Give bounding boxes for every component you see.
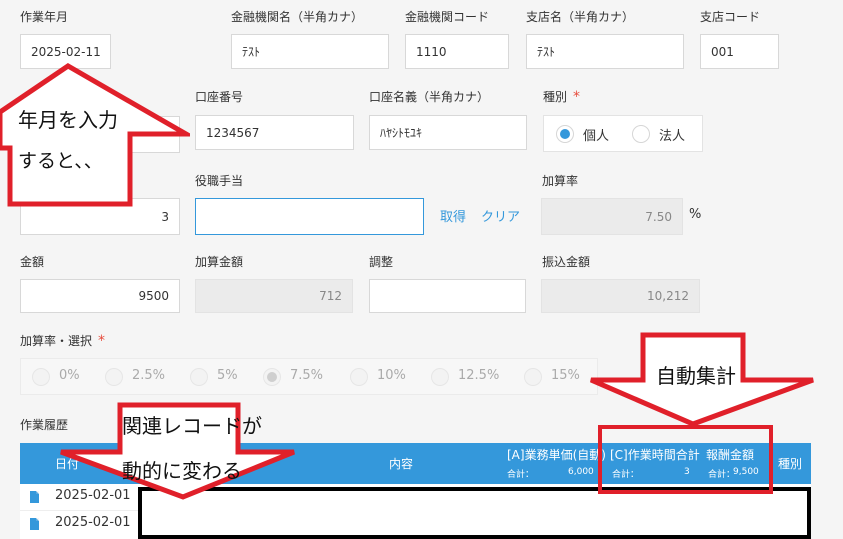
branch-name-input[interactable]: ﾃｽﾄ	[526, 34, 684, 69]
row-date: 2025-02-01	[55, 515, 131, 530]
record-detail-icon[interactable]	[30, 491, 39, 503]
adjust-label: 調整	[369, 255, 394, 269]
type-radio-corporate[interactable]	[632, 125, 650, 143]
account-number-label: 口座番号	[195, 90, 244, 104]
type-radio-individual-label: 個人	[583, 129, 610, 144]
required-mark: *	[98, 333, 106, 349]
rate-radio-5-label: 5%	[217, 368, 238, 383]
type-label-text: 種別	[543, 90, 568, 104]
col-unit-price-total: 6,000	[568, 467, 594, 477]
rate-unit: %	[689, 207, 702, 222]
rate-radio-7-5-label: 7.5%	[290, 368, 324, 383]
record-detail-icon[interactable]	[30, 518, 39, 530]
bank-code-input[interactable]: 1110	[405, 34, 509, 69]
highlight-box	[598, 425, 773, 494]
callout-text: 動的に変わる	[122, 459, 242, 483]
bank-name-input[interactable]: ﾃｽﾄ	[231, 34, 389, 69]
type-radio-corporate-label: 法人	[659, 129, 686, 144]
account-number-input[interactable]: 1234567	[195, 115, 354, 150]
rate-label: 加算率	[542, 174, 579, 188]
col-unit-price[interactable]: [A]業務単価(自動)	[507, 446, 606, 463]
branch-code-input[interactable]: 001	[700, 34, 779, 69]
rate-radio-10-label: 10%	[377, 368, 406, 383]
rate-radio-0[interactable]	[32, 368, 50, 386]
add-amount-readonly-field: 712	[195, 279, 353, 313]
type-radio-group: 個人 法人	[543, 115, 703, 152]
get-link[interactable]: 取得	[440, 206, 466, 225]
allowance-label: 役職手当	[195, 174, 244, 188]
adjust-input[interactable]	[369, 279, 526, 313]
transfer-amount-readonly-field: 10,212	[541, 279, 700, 313]
rate-radio-2-5[interactable]	[105, 368, 123, 386]
rate-radio-12-5-label: 12.5%	[458, 368, 500, 383]
rate-radio-15-label: 15%	[551, 368, 580, 383]
rate-radio-10[interactable]	[350, 368, 368, 386]
rate-radio-12-5[interactable]	[431, 368, 449, 386]
col-content[interactable]: 内容	[389, 455, 413, 472]
allowance-input[interactable]	[195, 198, 424, 235]
callout-text: 年月を入力	[18, 108, 118, 132]
account-name-input[interactable]: ﾊﾔｼﾄﾓﾕｷ	[369, 115, 527, 150]
bank-name-label: 金融機関名（半角カナ）	[231, 10, 364, 24]
callout-text: 関連レコードが	[122, 414, 262, 438]
branch-name-label: 支店名（半角カナ）	[526, 10, 635, 24]
rate-radio-0-label: 0%	[59, 368, 80, 383]
callout-arrow-up	[0, 63, 190, 207]
callout-text: すると、、	[18, 150, 103, 172]
rate-radio-group: 0% 2.5% 5% 7.5% 10% 12.5% 15%	[20, 358, 598, 395]
col-type[interactable]: 種別	[778, 455, 802, 472]
work-month-label: 作業年月	[20, 10, 69, 24]
account-name-label: 口座名義（半角カナ）	[369, 90, 490, 104]
branch-code-label: 支店コード	[700, 10, 761, 24]
transfer-amount-label: 振込金額	[542, 255, 591, 269]
amount-input[interactable]: 9500	[20, 279, 180, 313]
required-mark: *	[573, 89, 581, 105]
rate-select-label: 加算率・選択 *	[20, 332, 105, 349]
type-label: 種別 *	[543, 88, 580, 105]
bank-code-label: 金融機関コード	[405, 10, 490, 24]
amount-label: 金額	[20, 255, 45, 269]
rate-radio-2-5-label: 2.5%	[132, 368, 166, 383]
rate-radio-7-5[interactable]	[263, 368, 281, 386]
rate-readonly-field: 7.50	[541, 198, 683, 235]
rate-radio-5[interactable]	[190, 368, 208, 386]
clear-link[interactable]: クリア	[481, 206, 520, 225]
rate-select-label-text: 加算率・選択	[20, 334, 93, 348]
add-amount-label: 加算金額	[195, 255, 244, 269]
callout-text: 自動集計	[656, 364, 736, 388]
col-unit-price-total-label: 合計：	[507, 470, 535, 480]
rate-radio-15[interactable]	[524, 368, 542, 386]
type-radio-individual[interactable]	[556, 125, 574, 143]
